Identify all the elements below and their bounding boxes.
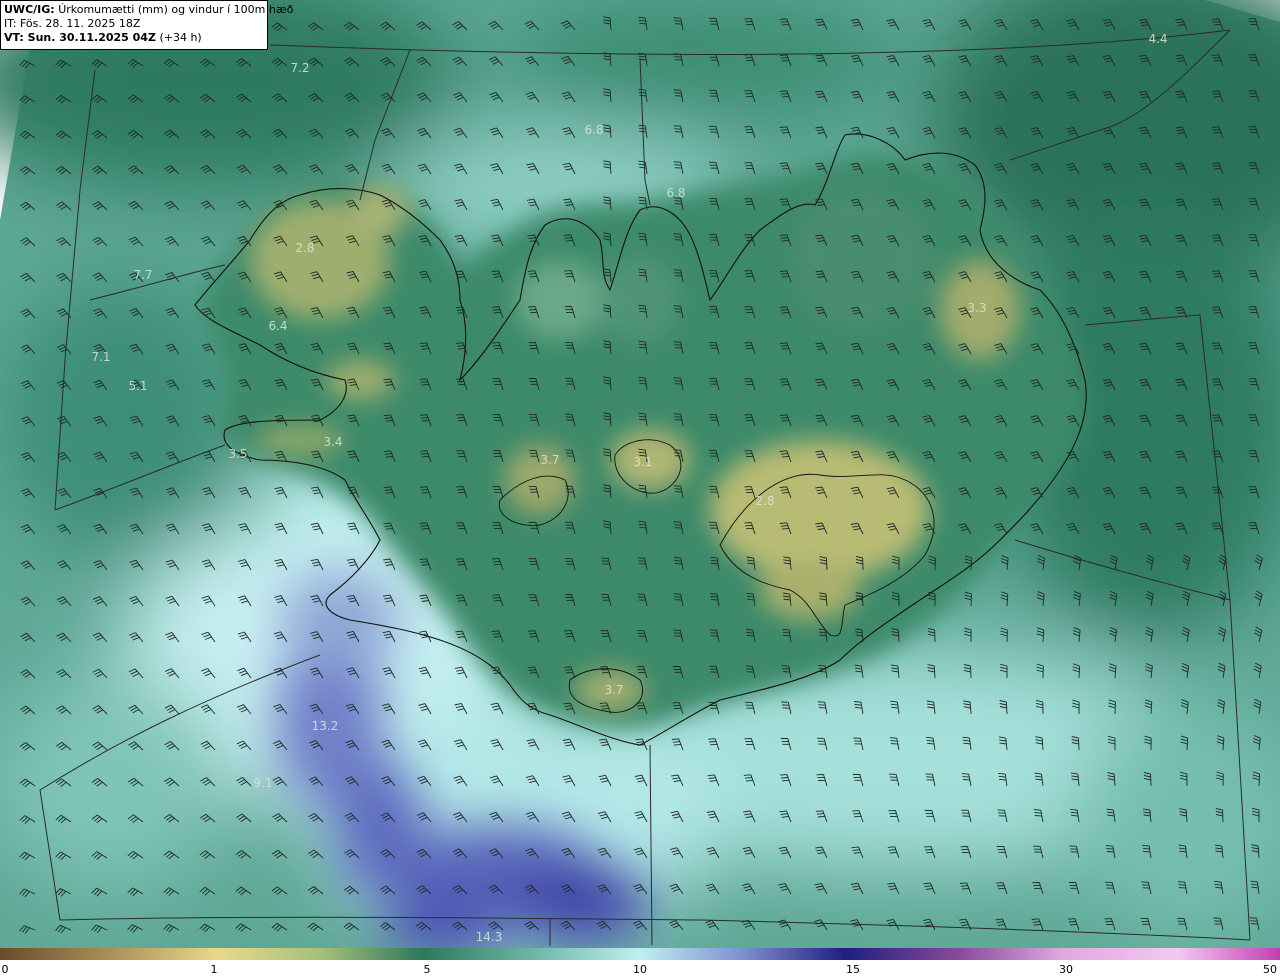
colorbar-label: 15	[846, 963, 860, 976]
map-canvas: 4.4 7.2 6.8 6.8 2.8 7.7 6.4 7.1 5.1 3.3 3.4 3.5 3.7 3…	[0, 0, 1280, 948]
precipitation-colorbar: 0 1 5 10 15 30 50	[0, 948, 1280, 978]
precipitation-value-label: 14.3	[476, 930, 503, 944]
precipitation-value-label: 13.2	[312, 719, 339, 733]
valid-time: VT: Sun. 30.11.2025 04Z	[4, 31, 156, 44]
colorbar-label: 5	[423, 963, 431, 976]
precipitation-value-label: 7.7	[133, 268, 152, 282]
forecast-offset: (+34 h)	[159, 31, 202, 44]
colorbar-strip	[0, 948, 1280, 960]
precipitation-value-label: 3.7	[604, 683, 623, 697]
colorbar-label: 0	[1, 963, 9, 976]
precipitation-value-label: 5.1	[128, 379, 147, 393]
map-header: UWC/IG: Úrkomumætti (mm) og vindur í 100…	[0, 0, 293, 50]
precipitation-value-label: 2.8	[755, 494, 774, 508]
precipitation-value-label: 6.8	[666, 186, 685, 200]
colorbar-label: 1	[210, 963, 218, 976]
precipitation-field	[0, 0, 1280, 948]
precipitation-value-label: 3.1	[633, 455, 652, 469]
precipitation-value-label: 3.4	[323, 435, 342, 449]
precipitation-value-label: 9.1	[253, 776, 272, 790]
precipitation-value-label: 6.4	[268, 319, 287, 333]
precipitation-value-label: 7.1	[91, 350, 110, 364]
weather-map: 4.4 7.2 6.8 6.8 2.8 7.7 6.4 7.1 5.1 3.3 3.4 3.5 3.7 3…	[0, 0, 1280, 948]
init-time: IT: Fös. 28. 11. 2025 18Z	[4, 17, 141, 30]
model-label: UWC/IG:	[4, 3, 55, 16]
precipitation-value-label: 3.7	[540, 453, 559, 467]
colorbar-label: 50	[1263, 963, 1277, 976]
precipitation-value-label: 3.3	[967, 301, 986, 315]
precipitation-value-label: 6.8	[584, 123, 603, 137]
colorbar-label: 30	[1059, 963, 1073, 976]
precipitation-value-label: 3.5	[228, 447, 247, 461]
precipitation-value-label: 2.8	[295, 241, 314, 255]
product-description: Úrkomumætti (mm) og vindur í 100m hæð	[58, 3, 294, 16]
colorbar-label: 10	[633, 963, 647, 976]
precipitation-value-label: 4.4	[1148, 32, 1167, 46]
precipitation-value-label: 7.2	[290, 61, 309, 75]
